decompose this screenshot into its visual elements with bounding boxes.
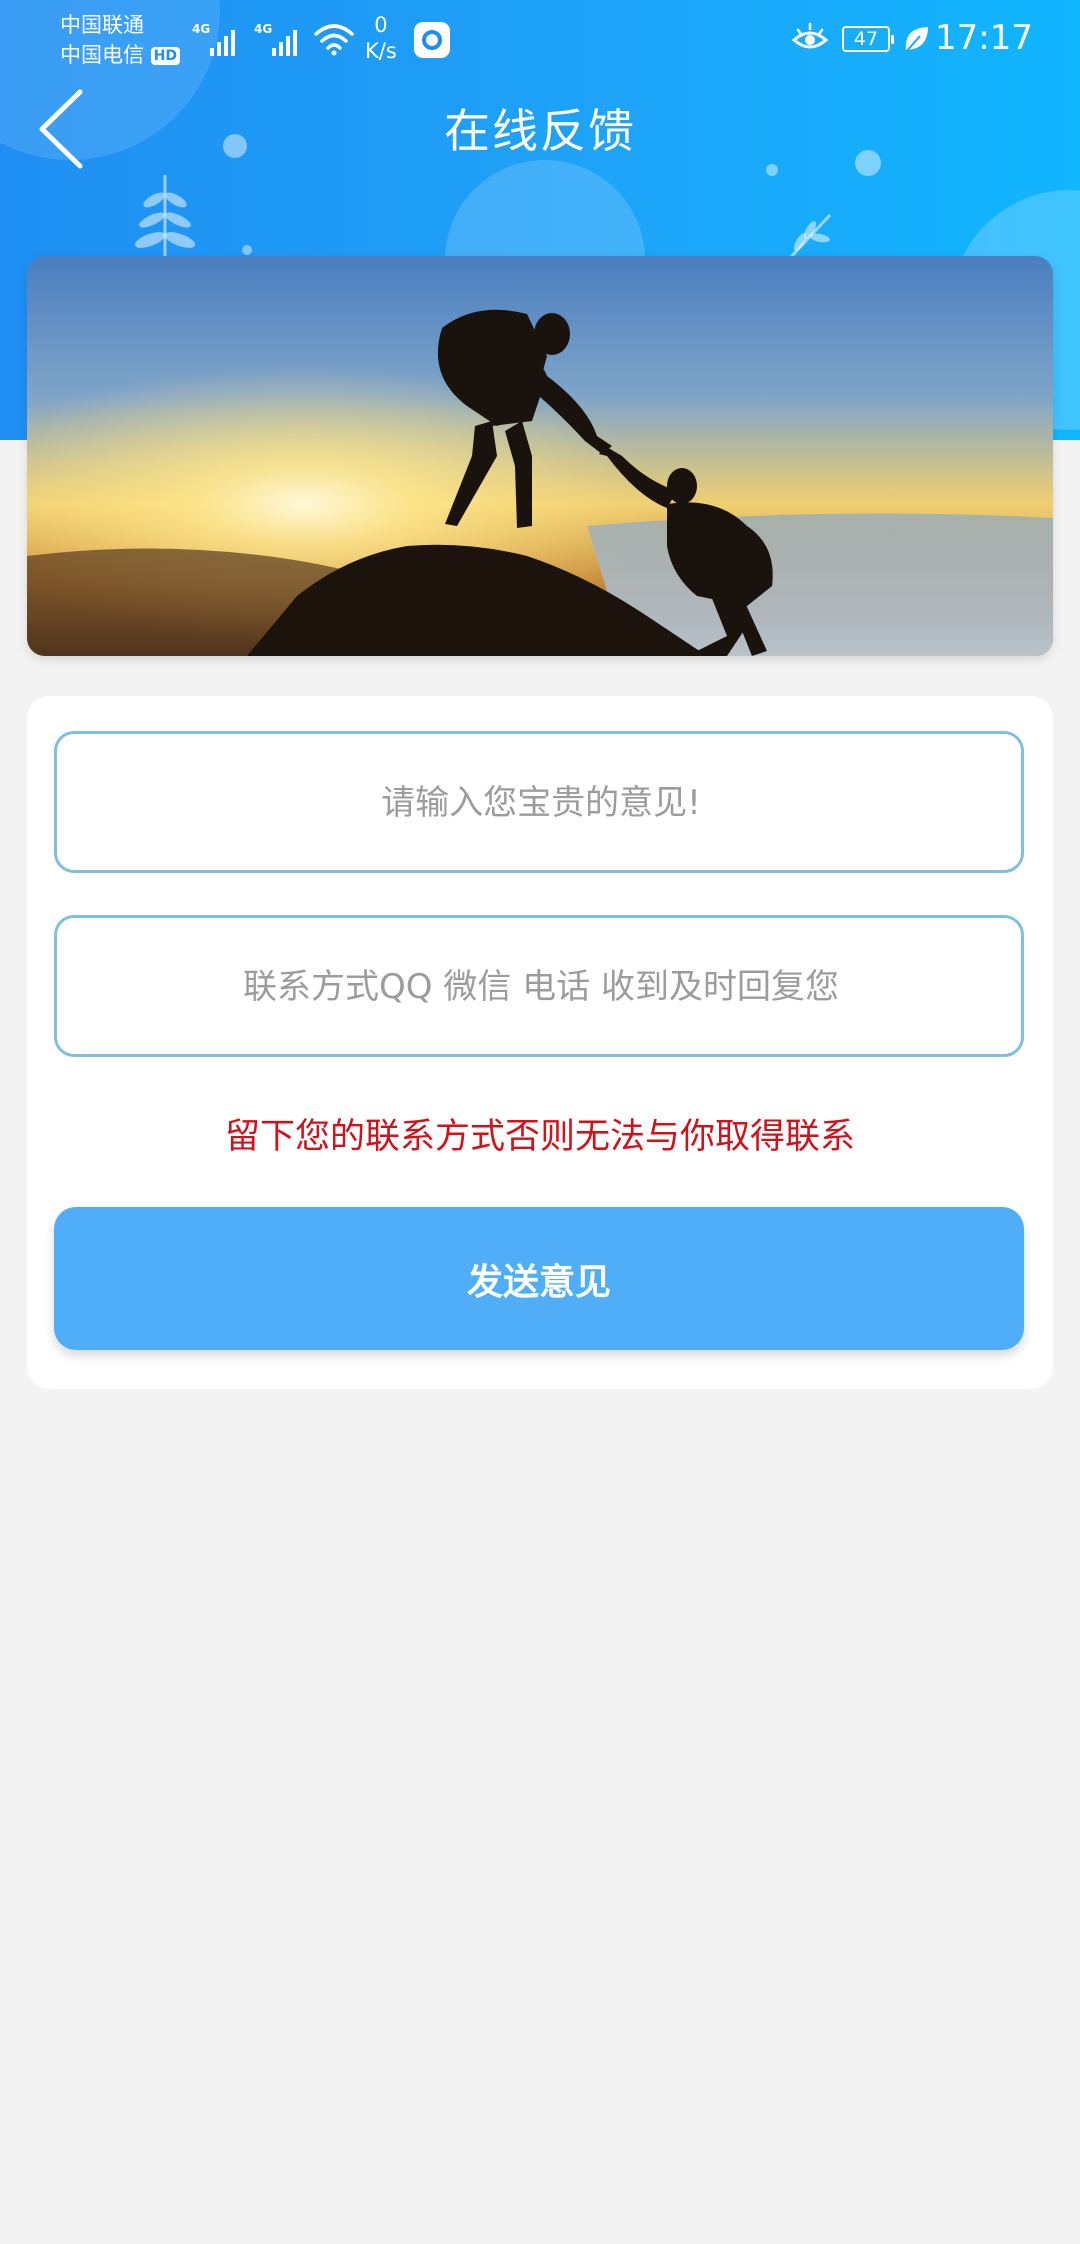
decorative-leaf-icon [134,175,196,260]
power-saving-leaf-icon [905,27,928,53]
carrier-1-label: 中国联通 [60,13,144,37]
page-title: 在线反馈 [444,104,636,158]
feedback-input-container [54,731,1025,873]
banner-image [27,256,1053,656]
carrier-info: 中国联通 中国电信 HD [60,10,181,70]
network-2-label: 4G [254,22,273,36]
signal-2-icon: 4G [254,22,306,56]
decorative-leaf-icon [788,213,832,260]
carrier-2-label: 中国电信 [60,43,144,67]
feedback-input[interactable] [57,734,1025,872]
climbers-photo [27,256,1053,656]
status-time: 17:17 [935,18,1033,58]
speed-unit: K/s [365,39,397,63]
notification-app-icon [414,22,450,58]
send-feedback-button[interactable]: 发送意见 [54,1207,1024,1350]
feedback-form-card: 留下您的联系方式否则无法与你取得联系 发送意见 [27,696,1053,1389]
contact-input[interactable] [57,918,1025,1056]
signal-1-icon: 4G [192,22,244,56]
network-1-label: 4G [192,22,211,36]
status-bar: 中国联通 中国电信 HD 4G 4G 0 K/s 47 17:17 [0,0,1080,80]
eye-comfort-icon [792,22,828,49]
wifi-icon [314,24,354,56]
speed-value: 0 [374,13,388,37]
battery-indicator: 47 [842,26,894,52]
hd-badge: HD [150,47,181,65]
contact-warning-text: 留下您的联系方式否则无法与你取得联系 [224,1117,855,1157]
contact-input-container [54,915,1025,1057]
network-speed: 0 K/s [365,12,397,64]
